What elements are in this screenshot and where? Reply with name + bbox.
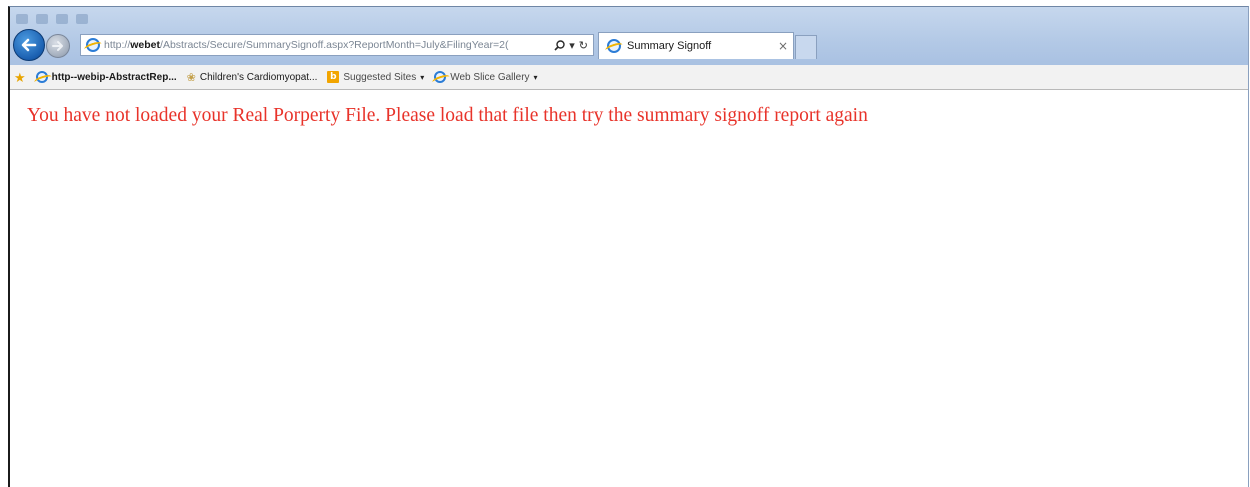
favorite-label: Children's Cardiomyopat... <box>199 71 318 83</box>
quick-access-icon[interactable] <box>56 14 68 24</box>
browser-window: http://webet/Abstracts/Secure/SummarySig… <box>8 6 1249 487</box>
address-tools: ▾ ↻ <box>549 39 593 52</box>
error-message: You have not loaded your Real Porperty F… <box>27 105 868 126</box>
quick-access-icon[interactable] <box>76 14 88 24</box>
quick-access-icon[interactable] <box>16 14 28 24</box>
address-bar[interactable]: http://webet/Abstracts/Secure/SummarySig… <box>80 34 594 56</box>
back-button[interactable] <box>13 29 45 61</box>
favorite-link-abstract-rep[interactable]: http--webip-AbstractRep... <box>35 71 177 83</box>
favorite-link-cardiomyopathy[interactable]: ❀ Children's Cardiomyopat... <box>187 71 318 84</box>
search-dropdown-icon[interactable]: ▾ <box>569 39 575 52</box>
new-tab-button[interactable] <box>795 35 817 59</box>
ie-page-icon <box>434 71 447 83</box>
page-content: You have not loaded your Real Porperty F… <box>10 91 1248 487</box>
ie-page-icon <box>35 71 48 83</box>
chevron-down-icon: ▾ <box>533 72 538 82</box>
close-tab-icon[interactable]: × <box>773 39 793 53</box>
leaf-icon: ❀ <box>186 71 196 84</box>
favorite-web-slice-gallery[interactable]: Web Slice Gallery ▾ <box>434 71 538 83</box>
favorite-label: Web Slice Gallery <box>450 71 530 83</box>
favorite-label: http--webip-AbstractRep... <box>51 71 177 83</box>
favorite-label: Suggested Sites <box>343 71 417 83</box>
favorites-star-icon[interactable]: ★ <box>14 71 26 84</box>
bing-icon: b <box>327 71 340 83</box>
forward-button[interactable] <box>46 34 70 58</box>
chevron-down-icon: ▾ <box>420 72 425 82</box>
quick-access-toolbar <box>16 10 88 28</box>
arrow-left-icon <box>21 38 37 52</box>
refresh-icon[interactable]: ↻ <box>579 39 588 52</box>
tab-title: Summary Signoff <box>627 40 712 52</box>
ie-page-icon <box>607 39 621 53</box>
title-bar: http://webet/Abstracts/Secure/SummarySig… <box>10 7 1248 65</box>
favorites-bar: ★ http--webip-AbstractRep... ❀ Children'… <box>10 65 1248 90</box>
tab-summary-signoff[interactable]: Summary Signoff × <box>598 32 794 59</box>
favorite-suggested-sites[interactable]: b Suggested Sites ▾ <box>327 71 424 83</box>
ie-page-icon <box>86 38 100 52</box>
quick-access-icon[interactable] <box>36 14 48 24</box>
arrow-right-icon <box>52 41 63 51</box>
address-url[interactable]: http://webet/Abstracts/Secure/SummarySig… <box>104 39 549 51</box>
search-icon[interactable] <box>554 39 565 51</box>
